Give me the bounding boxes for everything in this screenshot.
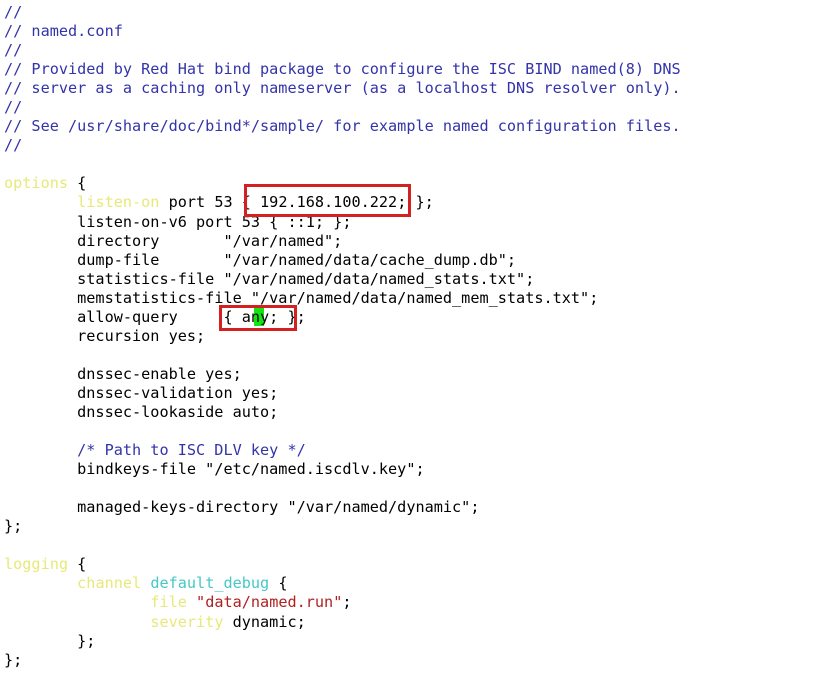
code-line[interactable]: allow-query { any; }; bbox=[4, 308, 681, 327]
code-line[interactable]: statistics-file "/var/named/data/named_s… bbox=[4, 270, 681, 289]
code-token-comment: // Provided by Red Hat bind package to c… bbox=[4, 60, 681, 79]
code-content[interactable]: //// named.conf//// Provided by Red Hat … bbox=[4, 3, 681, 670]
code-line[interactable]: // bbox=[4, 136, 681, 155]
code-line[interactable]: recursion yes; bbox=[4, 327, 681, 346]
code-line[interactable]: severity dynamic; bbox=[4, 613, 681, 632]
code-line[interactable] bbox=[4, 155, 681, 174]
text-editor-canvas[interactable]: //// named.conf//// Provided by Red Hat … bbox=[0, 0, 827, 675]
code-line[interactable]: dnssec-lookaside auto; bbox=[4, 403, 681, 422]
code-token-keyword: logging bbox=[4, 555, 69, 574]
code-token-ident: default_debug bbox=[150, 574, 270, 593]
code-token-keyword: severity bbox=[150, 612, 224, 631]
code-line[interactable]: // Provided by Red Hat bind package to c… bbox=[4, 60, 681, 79]
code-line[interactable]: // server as a caching only nameserver (… bbox=[4, 79, 681, 98]
code-line[interactable]: }; bbox=[4, 517, 681, 536]
code-token-plain: dump-file "/var/named/data/cache_dump.db… bbox=[4, 250, 517, 269]
code-token-plain: bindkeys-file "/etc/named.iscdlv.key"; bbox=[4, 460, 425, 479]
code-token-keyword: listen-on bbox=[77, 193, 160, 212]
code-token-plain: { bbox=[68, 555, 87, 574]
code-line[interactable]: memstatistics-file "/var/named/data/name… bbox=[4, 289, 681, 308]
code-token-plain: }; bbox=[4, 650, 23, 669]
code-line[interactable]: managed-keys-directory "/var/named/dynam… bbox=[4, 498, 681, 517]
code-line[interactable]: listen-on port 53 { 192.168.100.222; }; bbox=[4, 193, 681, 212]
code-line[interactable]: }; bbox=[4, 632, 681, 651]
code-line[interactable] bbox=[4, 346, 681, 365]
code-token-plain: dnssec-lookaside auto; bbox=[4, 402, 279, 421]
code-token-keyword: file bbox=[150, 593, 187, 612]
code-line[interactable] bbox=[4, 536, 681, 555]
code-token-keyword: options bbox=[4, 174, 69, 193]
code-line[interactable]: }; bbox=[4, 651, 681, 670]
code-token-plain: }; bbox=[4, 631, 96, 650]
code-token-plain: managed-keys-directory "/var/named/dynam… bbox=[4, 498, 480, 517]
code-line[interactable]: // named.conf bbox=[4, 22, 681, 41]
code-token-comment: // See /usr/share/doc/bind*/sample/ for … bbox=[4, 117, 681, 136]
code-line[interactable]: listen-on-v6 port 53 { ::1; }; bbox=[4, 213, 681, 232]
code-token-comment: // server as a caching only nameserver (… bbox=[4, 79, 681, 98]
code-line[interactable]: directory "/var/named"; bbox=[4, 232, 681, 251]
code-token-string: "data/named.run" bbox=[196, 593, 343, 612]
code-line[interactable] bbox=[4, 479, 681, 498]
code-token-comment: // bbox=[4, 41, 23, 60]
code-line[interactable]: // bbox=[4, 98, 681, 117]
code-token-comment: // bbox=[4, 136, 23, 155]
code-token-plain: dnssec-validation yes; bbox=[4, 383, 279, 402]
code-token-plain: }; bbox=[4, 517, 23, 536]
code-token-comment: /* Path to ISC DLV key */ bbox=[77, 441, 306, 460]
code-line[interactable]: dnssec-enable yes; bbox=[4, 365, 681, 384]
code-token-plain: { bbox=[269, 574, 288, 593]
code-line[interactable]: channel default_debug { bbox=[4, 574, 681, 593]
code-token-plain: statistics-file "/var/named/data/named_s… bbox=[4, 269, 535, 288]
code-token-plain: memstatistics-file "/var/named/data/name… bbox=[4, 288, 599, 307]
code-token-plain: listen-on-v6 port 53 { ::1; }; bbox=[4, 212, 352, 231]
code-token-plain: recursion yes; bbox=[4, 326, 206, 345]
code-line[interactable]: dump-file "/var/named/data/cache_dump.db… bbox=[4, 251, 681, 270]
code-line[interactable] bbox=[4, 422, 681, 441]
code-token-comment: // bbox=[4, 98, 23, 117]
code-token-plain: dynamic; bbox=[223, 612, 306, 631]
code-token-keyword: channel bbox=[77, 574, 142, 593]
code-token-plain: directory "/var/named"; bbox=[4, 231, 343, 250]
code-line[interactable]: // bbox=[4, 41, 681, 60]
code-line[interactable]: file "data/named.run"; bbox=[4, 593, 681, 612]
code-token-plain: allow-query { any; }; bbox=[4, 307, 306, 326]
code-line[interactable]: // bbox=[4, 3, 681, 22]
code-line[interactable]: logging { bbox=[4, 555, 681, 574]
code-line[interactable]: options { bbox=[4, 174, 681, 193]
code-token-comment: // bbox=[4, 3, 23, 21]
code-token-plain: ; bbox=[342, 593, 352, 612]
code-token-comment: // named.conf bbox=[4, 22, 123, 41]
code-line[interactable]: /* Path to ISC DLV key */ bbox=[4, 441, 681, 460]
code-line[interactable]: // See /usr/share/doc/bind*/sample/ for … bbox=[4, 117, 681, 136]
code-token-plain: { bbox=[68, 174, 87, 193]
code-token-plain: port 53 { 192.168.100.222; }; bbox=[159, 193, 434, 212]
code-token-plain: dnssec-enable yes; bbox=[4, 364, 242, 383]
code-line[interactable]: bindkeys-file "/etc/named.iscdlv.key"; bbox=[4, 460, 681, 479]
code-line[interactable]: dnssec-validation yes; bbox=[4, 384, 681, 403]
